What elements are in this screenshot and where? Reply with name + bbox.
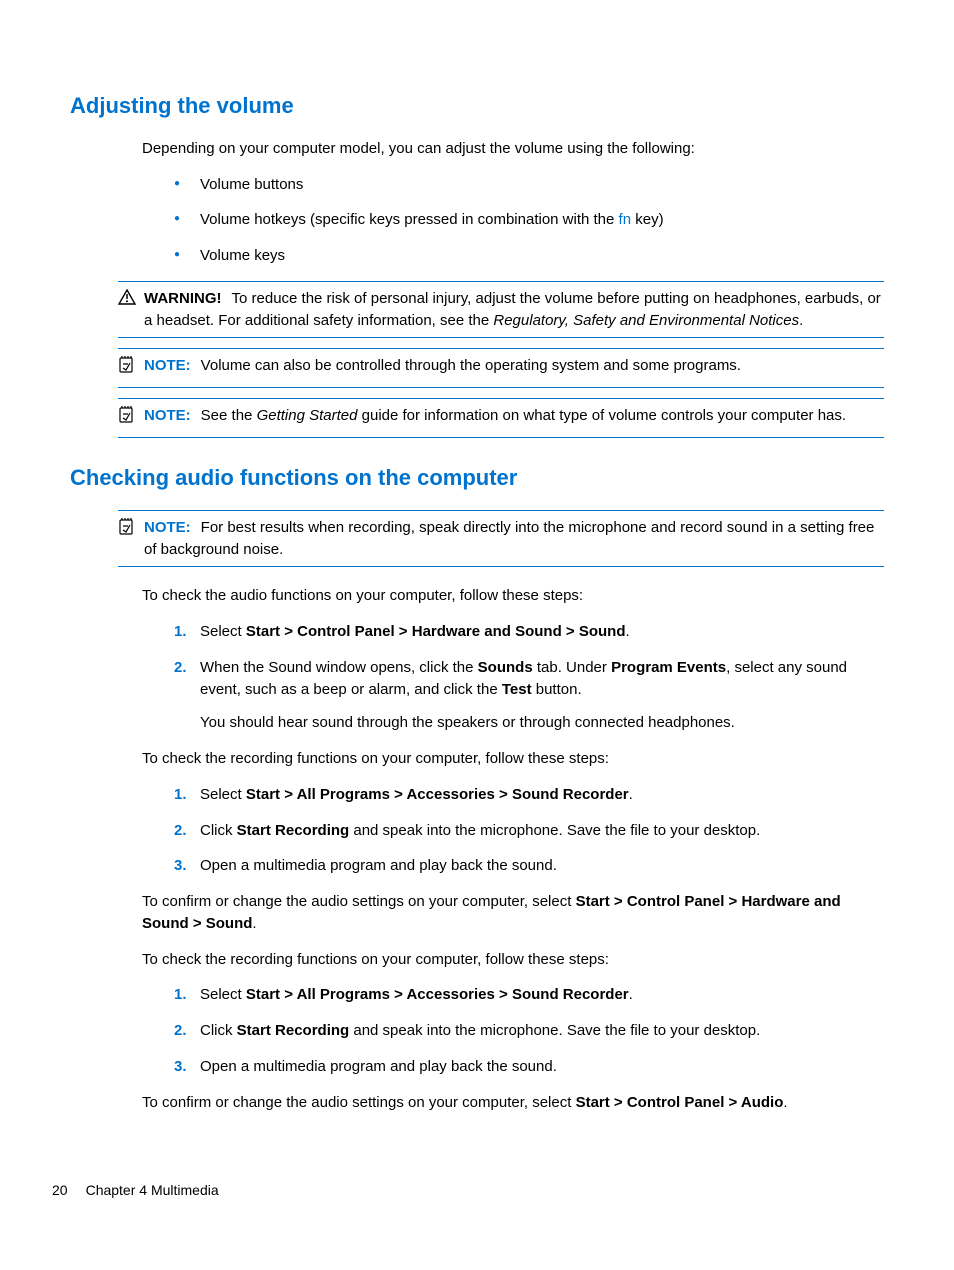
warning-text: WARNING!To reduce the risk of personal i… — [144, 288, 884, 332]
chapter-label: Chapter 4 Multimedia — [86, 1182, 219, 1198]
text: . — [626, 623, 630, 640]
text: . — [629, 986, 633, 1003]
paragraph: To check the audio functions on your com… — [142, 585, 884, 607]
text: When the Sound window opens, click the — [200, 659, 478, 676]
paragraph: To confirm or change the audio settings … — [142, 1092, 884, 1114]
step-1: Select Start > All Programs > Accessorie… — [174, 784, 884, 806]
text: guide for information on what type of vo… — [357, 407, 846, 424]
note-box-3: NOTE:For best results when recording, sp… — [118, 510, 884, 568]
text: Select — [200, 623, 246, 640]
note-box-2: NOTE: See the Getting Started guide for i… — [118, 398, 884, 438]
step-2: Click Start Recording and speak into the… — [174, 820, 884, 842]
paragraph: To confirm or change the audio settings … — [142, 891, 884, 935]
text: Click — [200, 822, 237, 839]
text-bold: Start > All Programs > Accessories > Sou… — [246, 786, 629, 803]
text-bold: Start Recording — [237, 1022, 350, 1039]
note-label: NOTE: — [144, 357, 191, 374]
text: See the — [201, 407, 257, 424]
paragraph: To check the recording functions on your… — [142, 949, 884, 971]
note-icon — [118, 517, 144, 543]
text-italic: Regulatory, Safety and Environmental Not… — [493, 312, 799, 329]
fn-key: fn — [619, 211, 632, 228]
warning-box: WARNING!To reduce the risk of personal i… — [118, 281, 884, 339]
text: key) — [631, 211, 664, 228]
text: For best results when recording, speak d… — [144, 519, 874, 558]
text: To confirm or change the audio settings … — [142, 893, 576, 910]
text: Volume hotkeys (specific keys pressed in… — [200, 211, 619, 228]
text-italic: Getting Started — [257, 407, 358, 424]
bullet-volume-keys: Volume keys — [174, 245, 884, 267]
text: . — [629, 786, 633, 803]
text-bold: Program Events — [611, 659, 726, 676]
step-1: Select Start > Control Panel > Hardware … — [174, 621, 884, 643]
heading-adjusting-volume: Adjusting the volume — [70, 90, 884, 122]
text-bold: Start > Control Panel > Audio — [576, 1094, 784, 1111]
text: To confirm or change the audio settings … — [142, 1094, 576, 1111]
warning-label: WARNING! — [144, 290, 222, 307]
note-text: NOTE: See the Getting Started guide for i… — [144, 405, 884, 427]
section2-body: To check the audio functions on your com… — [142, 585, 884, 1113]
text-bold: Start > All Programs > Accessories > Sou… — [246, 986, 629, 1003]
check-audio-steps: Select Start > Control Panel > Hardware … — [174, 621, 884, 734]
text-bold: Start Recording — [237, 822, 350, 839]
text: Volume can also be controlled through th… — [201, 357, 741, 374]
text: and speak into the microphone. Save the … — [349, 1022, 760, 1039]
bullet-volume-hotkeys: Volume hotkeys (specific keys pressed in… — [174, 209, 884, 231]
section1-body: Depending on your computer model, you ca… — [142, 138, 884, 267]
text-bold: Test — [502, 681, 532, 698]
text-bold: Start > Control Panel > Hardware and Sou… — [246, 623, 626, 640]
warning-icon — [118, 288, 144, 312]
text: Click — [200, 1022, 237, 1039]
note-icon — [118, 355, 144, 381]
check-recording-steps: Select Start > All Programs > Accessorie… — [174, 784, 884, 877]
note-label: NOTE: — [144, 407, 191, 424]
step-3: Open a multimedia program and play back … — [174, 855, 884, 877]
intro-paragraph: Depending on your computer model, you ca… — [142, 138, 884, 160]
heading-checking-audio: Checking audio functions on the computer — [70, 462, 884, 494]
note-text: NOTE:For best results when recording, sp… — [144, 517, 884, 561]
step-1: Select Start > All Programs > Accessorie… — [174, 984, 884, 1006]
volume-bullets: Volume buttons Volume hotkeys (specific … — [174, 174, 884, 267]
step-2-sub: You should hear sound through the speake… — [200, 712, 884, 734]
text: . — [252, 915, 256, 932]
text: Select — [200, 986, 246, 1003]
paragraph: To check the recording functions on your… — [142, 748, 884, 770]
text: . — [783, 1094, 787, 1111]
bullet-volume-buttons: Volume buttons — [174, 174, 884, 196]
note-box-1: NOTE: Volume can also be controlled throu… — [118, 348, 884, 388]
text: button. — [532, 681, 582, 698]
step-2: When the Sound window opens, click the S… — [174, 657, 884, 734]
check-recording-steps-2: Select Start > All Programs > Accessorie… — [174, 984, 884, 1077]
text: Select — [200, 786, 246, 803]
text-bold: Sounds — [478, 659, 533, 676]
note-label: NOTE: — [144, 519, 191, 536]
page-footer: 20 Chapter 4 Multimedia — [52, 1180, 219, 1200]
text: tab. Under — [533, 659, 611, 676]
page-number: 20 — [52, 1182, 68, 1198]
step-2: Click Start Recording and speak into the… — [174, 1020, 884, 1042]
note-icon — [118, 405, 144, 431]
text: . — [799, 312, 803, 329]
text: and speak into the microphone. Save the … — [349, 822, 760, 839]
note-text: NOTE: Volume can also be controlled throu… — [144, 355, 884, 377]
step-3: Open a multimedia program and play back … — [174, 1056, 884, 1078]
